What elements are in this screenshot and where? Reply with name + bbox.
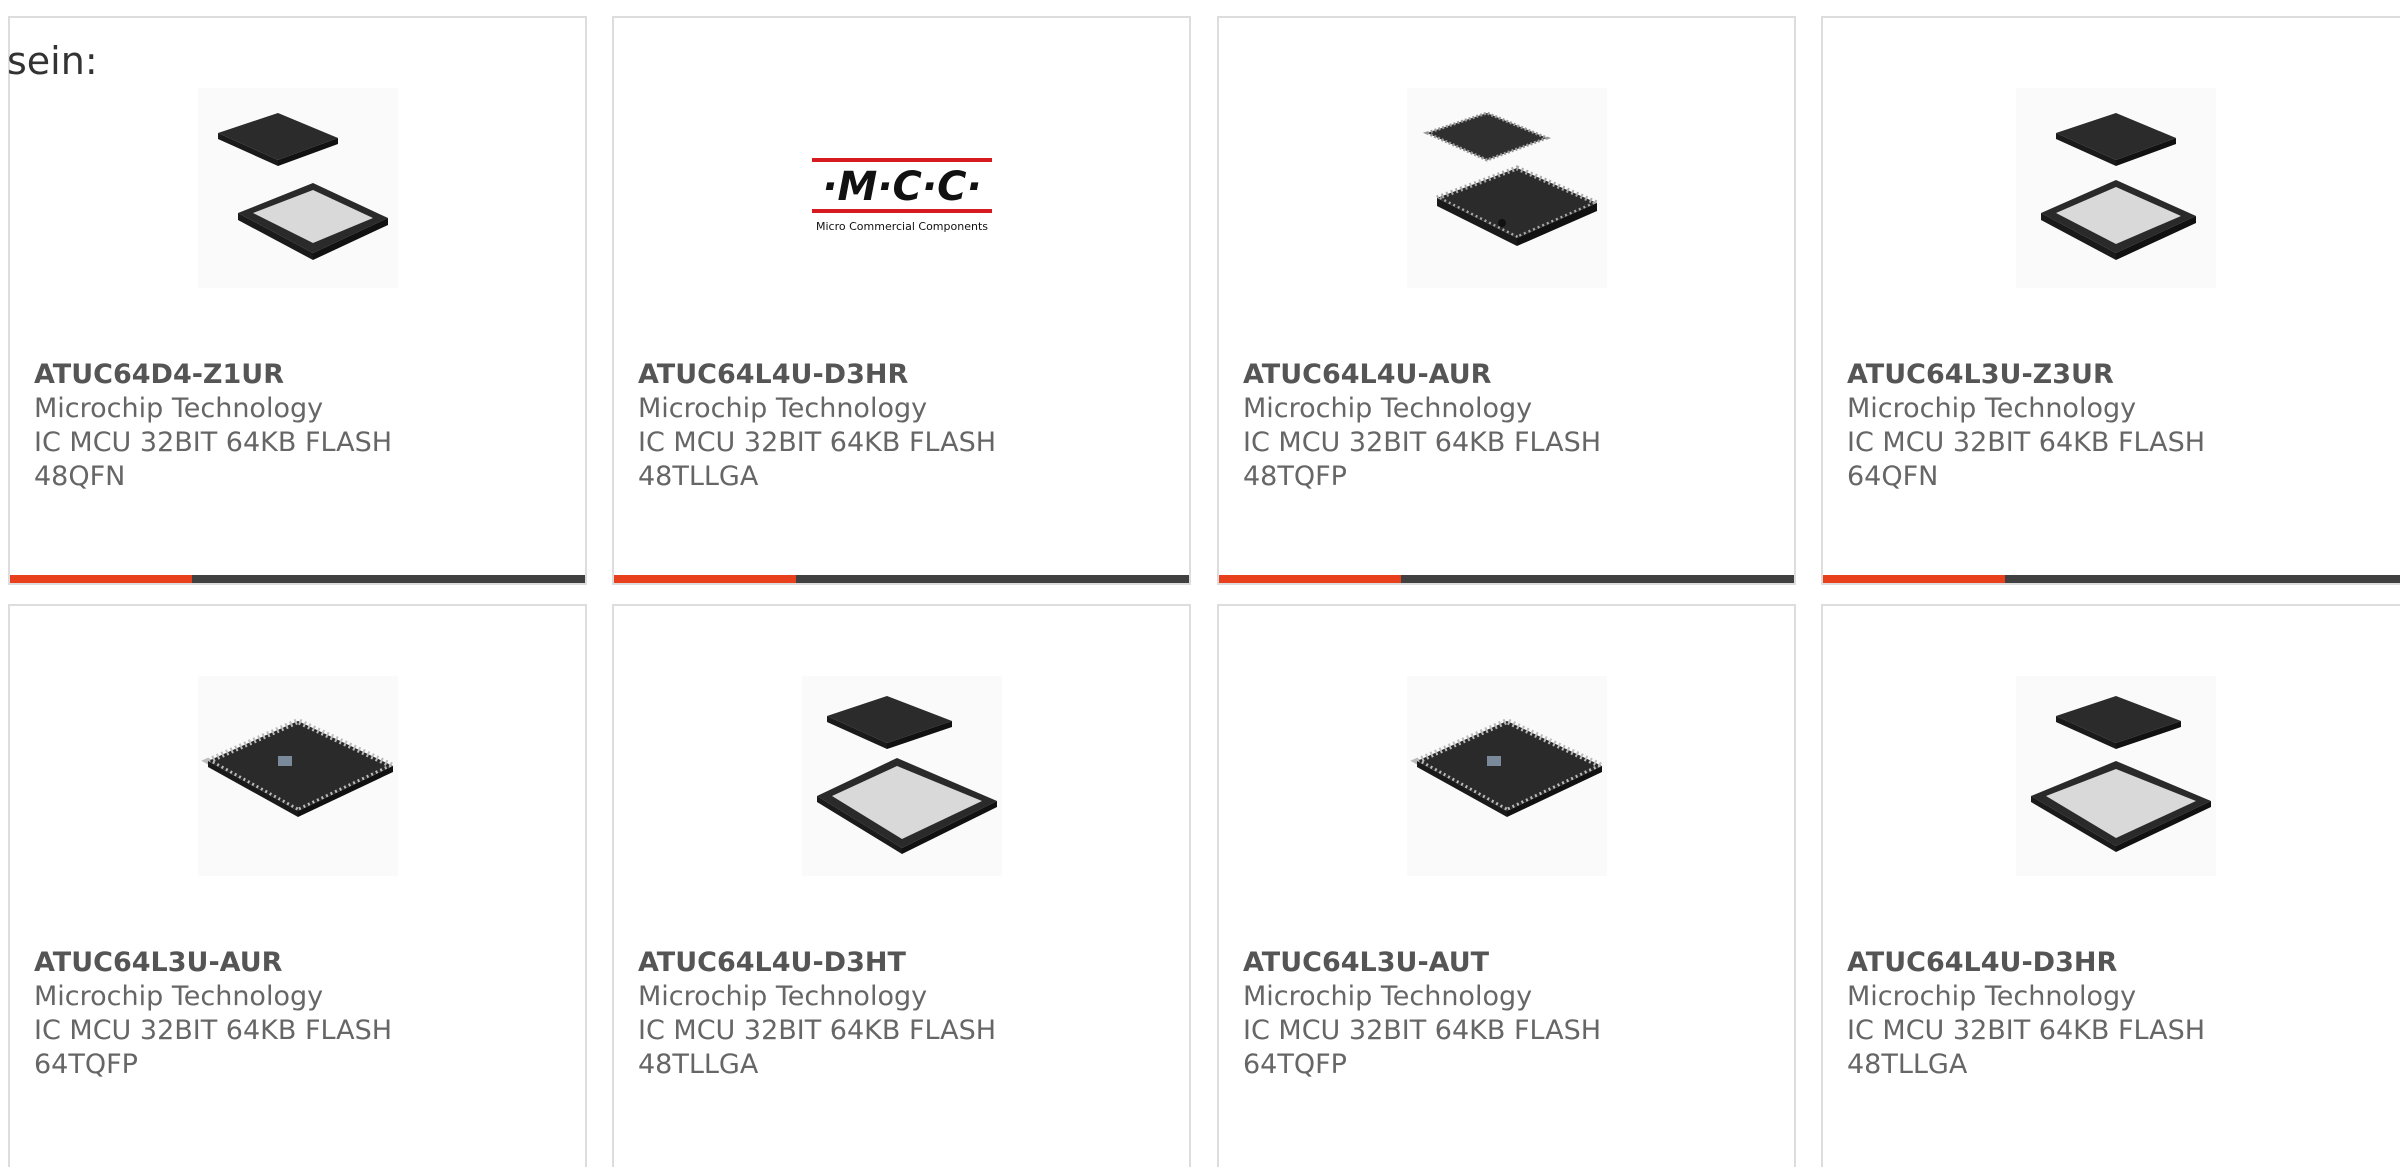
description: IC MCU 32BIT 64KB FLASH	[638, 427, 997, 458]
page: sein: ATUC64D4-Z1UR Microchip Technology	[0, 0, 2400, 1167]
product-info: ATUC64L3U-AUT Microchip Technology IC MC…	[1243, 946, 1763, 1082]
package: 64TQFP	[1243, 1049, 1347, 1080]
card-progress-accent	[10, 575, 192, 583]
intro-text: sein:	[7, 39, 98, 83]
part-number[interactable]: ATUC64D4-Z1UR	[34, 358, 554, 392]
product-grid: ATUC64D4-Z1UR Microchip Technology IC MC…	[8, 16, 2400, 1167]
manufacturer: Microchip Technology	[34, 981, 324, 1012]
part-number[interactable]: ATUC64L3U-AUT	[1243, 946, 1763, 980]
card-progress-accent	[1219, 575, 1401, 583]
qfn-chip-image[interactable]	[2015, 676, 2216, 876]
card-progress-bar	[1219, 575, 1794, 583]
package: 48TQFP	[1243, 461, 1347, 492]
manufacturer: Microchip Technology	[1847, 393, 2137, 424]
product-card[interactable]: ·M·C·C· Micro Commercial Components ATUC…	[612, 16, 1191, 585]
description: IC MCU 32BIT 64KB FLASH	[1847, 1015, 2206, 1046]
manufacturer: Microchip Technology	[1243, 393, 1533, 424]
part-number[interactable]: ATUC64L4U-D3HR	[1847, 946, 2367, 980]
product-info: ATUC64L4U-D3HT Microchip Technology IC M…	[638, 946, 1158, 1082]
manufacturer: Microchip Technology	[638, 981, 928, 1012]
qfn-chip-image[interactable]	[801, 676, 1002, 876]
product-info: ATUC64L4U-D3HR Microchip Technology IC M…	[638, 358, 1158, 494]
product-info: ATUC64L3U-AUR Microchip Technology IC MC…	[34, 946, 554, 1082]
product-card[interactable]: ATUC64D4-Z1UR Microchip Technology IC MC…	[8, 16, 587, 585]
product-card[interactable]: ATUC64L4U-AUR Microchip Technology IC MC…	[1217, 16, 1796, 585]
description: IC MCU 32BIT 64KB FLASH	[1243, 427, 1602, 458]
part-number[interactable]: ATUC64L4U-AUR	[1243, 358, 1763, 392]
product-card[interactable]: ATUC64L4U-D3HT Microchip Technology IC M…	[612, 604, 1191, 1167]
product-info: ATUC64L3U-Z3UR Microchip Technology IC M…	[1847, 358, 2367, 494]
description: IC MCU 32BIT 64KB FLASH	[34, 1015, 393, 1046]
mcc-logo[interactable]: ·M·C·C· Micro Commercial Components	[801, 88, 1002, 288]
mcc-logo-tagline: Micro Commercial Components	[816, 220, 988, 233]
description: IC MCU 32BIT 64KB FLASH	[1243, 1015, 1602, 1046]
description: IC MCU 32BIT 64KB FLASH	[638, 1015, 997, 1046]
product-card[interactable]: ATUC64L4U-D3HR Microchip Technology IC M…	[1821, 604, 2400, 1167]
manufacturer: Microchip Technology	[1847, 981, 2137, 1012]
tqfp-chip-image[interactable]	[1406, 676, 1607, 876]
product-card[interactable]: ATUC64L3U-AUT Microchip Technology IC MC…	[1217, 604, 1796, 1167]
product-card[interactable]: ATUC64L3U-Z3UR Microchip Technology IC M…	[1821, 16, 2400, 585]
tqfp-chip-image[interactable]	[1406, 88, 1607, 288]
part-number[interactable]: ATUC64L3U-Z3UR	[1847, 358, 2367, 392]
mcc-logo-letters: ·M·C·C·	[822, 164, 981, 210]
card-progress-accent	[1823, 575, 2005, 583]
part-number[interactable]: ATUC64L3U-AUR	[34, 946, 554, 980]
description: IC MCU 32BIT 64KB FLASH	[34, 427, 393, 458]
qfn-chip-image[interactable]	[2015, 88, 2216, 288]
card-progress-bar	[10, 575, 585, 583]
package: 64QFN	[1847, 461, 1939, 492]
product-info: ATUC64L4U-AUR Microchip Technology IC MC…	[1243, 358, 1763, 494]
card-progress-bar	[614, 575, 1189, 583]
package: 48TLLGA	[638, 1049, 759, 1080]
manufacturer: Microchip Technology	[34, 393, 324, 424]
package: 64TQFP	[34, 1049, 138, 1080]
product-info: ATUC64L4U-D3HR Microchip Technology IC M…	[1847, 946, 2367, 1082]
package: 48QFN	[34, 461, 126, 492]
product-card[interactable]: ATUC64L3U-AUR Microchip Technology IC MC…	[8, 604, 587, 1167]
description: IC MCU 32BIT 64KB FLASH	[1847, 427, 2206, 458]
package: 48TLLGA	[1847, 1049, 1968, 1080]
qfn-chip-image[interactable]	[197, 88, 398, 288]
product-info: ATUC64D4-Z1UR Microchip Technology IC MC…	[34, 358, 554, 494]
part-number[interactable]: ATUC64L4U-D3HT	[638, 946, 1158, 980]
package: 48TLLGA	[638, 461, 759, 492]
card-progress-accent	[614, 575, 796, 583]
tqfp-chip-image[interactable]	[197, 676, 398, 876]
manufacturer: Microchip Technology	[638, 393, 928, 424]
manufacturer: Microchip Technology	[1243, 981, 1533, 1012]
part-number[interactable]: ATUC64L4U-D3HR	[638, 358, 1158, 392]
card-progress-bar	[1823, 575, 2400, 583]
